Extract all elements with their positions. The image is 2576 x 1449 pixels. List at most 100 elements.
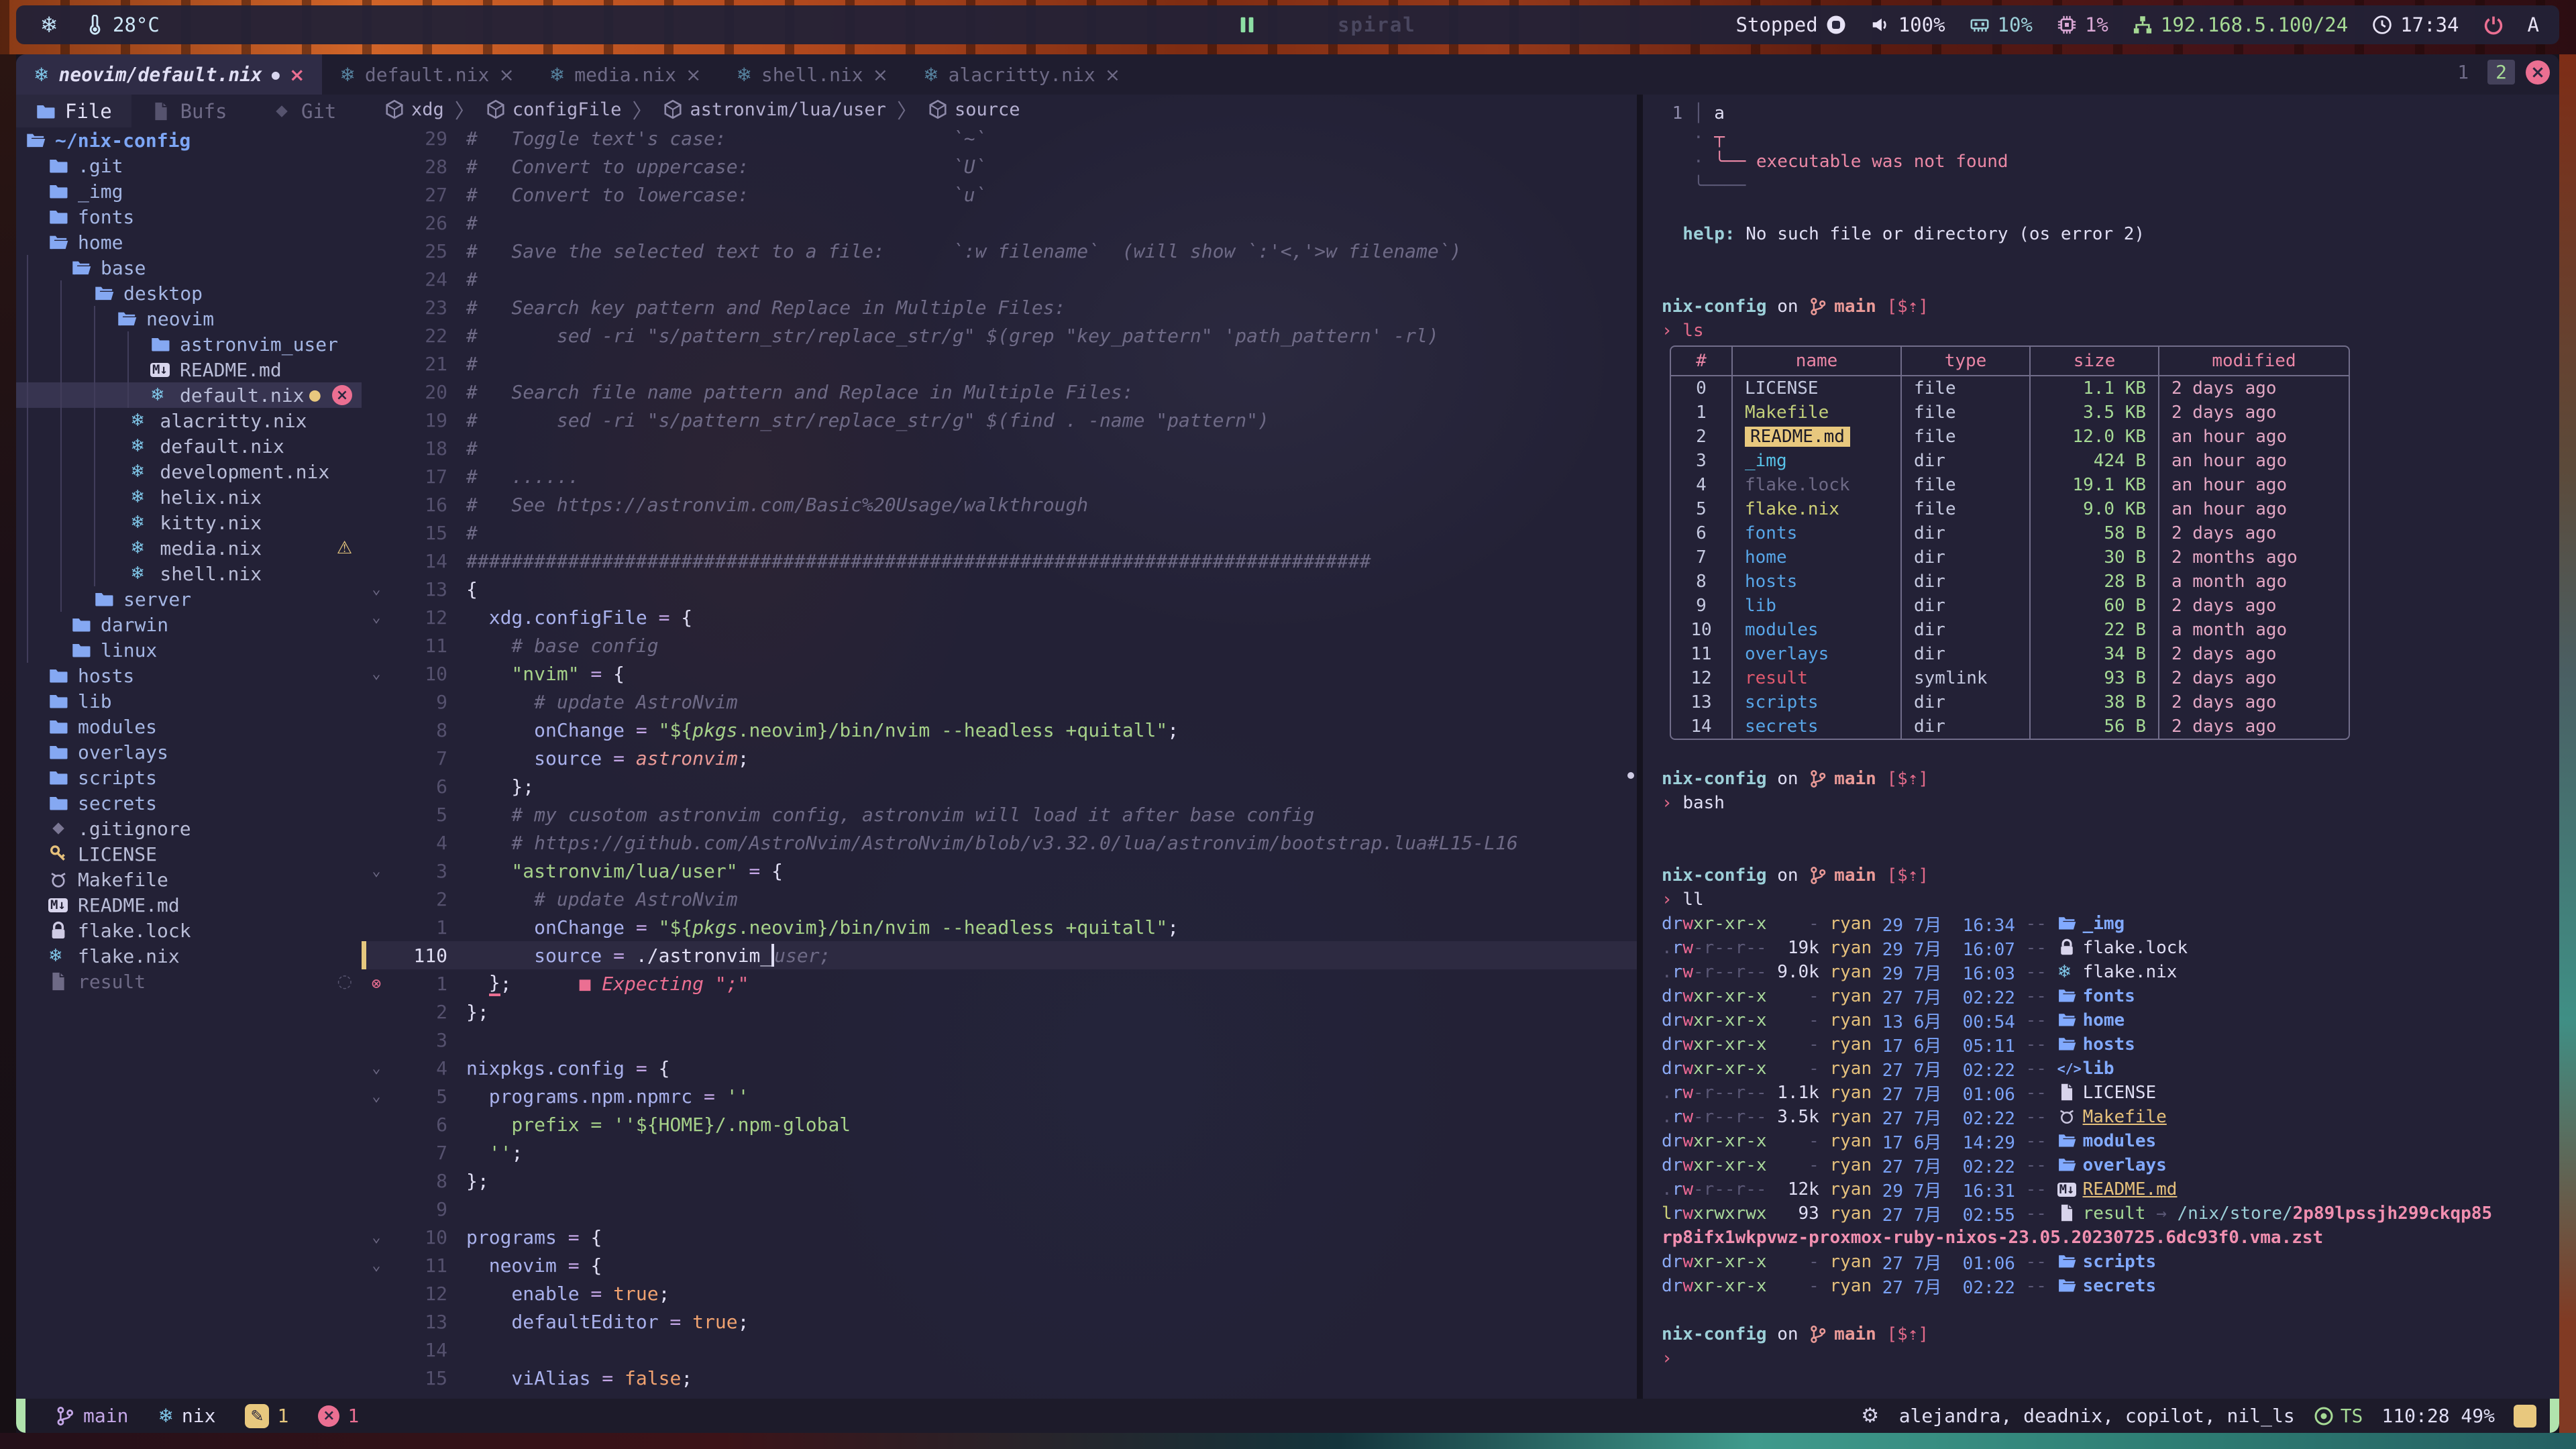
terminal-pane[interactable]: 1 │ a · ┬ · ╰── executable was not found… (1643, 95, 2559, 1399)
code-line[interactable]: 14 (362, 1336, 1637, 1364)
tree-item-LICENSE[interactable]: LICENSE (16, 841, 362, 867)
sidebar-tab-file[interactable]: File (16, 95, 131, 127)
tree-item-fonts[interactable]: fonts (16, 204, 362, 229)
tree-item-flake-lock[interactable]: flake.lock (16, 918, 362, 943)
code-line[interactable]: ⌄11 neovim = { (362, 1251, 1637, 1279)
code-line[interactable]: 3 (362, 1026, 1637, 1054)
code-line[interactable]: 14######################################… (362, 547, 1637, 575)
buffer-tab-media-nix[interactable]: ❄media.nix× (532, 54, 719, 95)
tree-item-base[interactable]: base (16, 255, 362, 280)
close-buffer-icon[interactable]: × (498, 64, 514, 86)
code-line[interactable]: 110 source = ./astronvim_user; (362, 941, 1637, 969)
code-line[interactable]: 29# Toggle text's case: `~` (362, 124, 1637, 152)
tree-item-alacritty-nix[interactable]: ❄alacritty.nix (16, 408, 362, 433)
code-line[interactable]: 24# (362, 265, 1637, 293)
tree-item-kitty-nix[interactable]: ❄kitty.nix (16, 510, 362, 535)
close-buffer-icon[interactable]: × (686, 64, 701, 86)
tree-item-overlays[interactable]: overlays (16, 739, 362, 765)
window-separator[interactable] (1637, 95, 1643, 1399)
code-line[interactable]: 4 # https://github.com/AstroNvim/AstroNv… (362, 828, 1637, 857)
code-line[interactable]: 9 # update AstroNvim (362, 688, 1637, 716)
code-line[interactable]: ⌄10 "nvim" = { (362, 659, 1637, 688)
close-file-icon[interactable]: × (332, 385, 352, 405)
buffer-tab-alacritty-nix[interactable]: ❄alacritty.nix× (906, 54, 1138, 95)
tree-item-lib[interactable]: lib (16, 688, 362, 714)
code-line[interactable]: ⌄4nixpkgs.config = { (362, 1054, 1637, 1082)
sidebar-tab-bufs[interactable]: Bufs (131, 95, 247, 127)
code-line[interactable]: 7 source = astronvim; (362, 744, 1637, 772)
code-line[interactable]: ⌄13{ (362, 575, 1637, 603)
tabpage-2[interactable]: 2 (2487, 60, 2515, 85)
breadcrumb-item[interactable]: astronvim/lua/user (663, 99, 886, 120)
breadcrumb-item[interactable]: xdg (384, 99, 444, 120)
code-line[interactable]: 23# Search key pattern and Replace in Mu… (362, 293, 1637, 321)
tree-item--nix-config[interactable]: ~/nix-config (16, 127, 362, 153)
code-line[interactable]: ⌄10programs = { (362, 1223, 1637, 1251)
tabpage-1[interactable]: 1 (2449, 60, 2477, 85)
code-line[interactable]: 6 prefix = ''${HOME}/.npm-global (362, 1110, 1637, 1138)
tree-item-home[interactable]: home (16, 229, 362, 255)
tree-item-desktop[interactable]: desktop (16, 280, 362, 306)
code-line[interactable]: ⊗1 }; ■ Expecting ";" (362, 969, 1637, 998)
statusline-edits[interactable]: ✎ 1 (245, 1404, 288, 1428)
code-line[interactable]: 9 (362, 1195, 1637, 1223)
tree-item-README-md[interactable]: M↓README.md (16, 357, 362, 382)
tree-item-scripts[interactable]: scripts (16, 765, 362, 790)
tree-item-neovim[interactable]: neovim (16, 306, 362, 331)
editor-pane[interactable]: xdg〉configFile〉astronvim/lua/user〉source… (362, 95, 1637, 1399)
close-buffer-icon[interactable]: × (1105, 64, 1120, 86)
statusline-git[interactable]: main (55, 1405, 128, 1427)
tree-item-default-nix[interactable]: ❄default.nix●× (16, 382, 362, 408)
code-line[interactable]: 20# Search file name pattern and Replace… (362, 378, 1637, 406)
code-line[interactable]: 12 enable = true; (362, 1279, 1637, 1307)
code-line[interactable]: ⌄12 xdg.configFile = { (362, 603, 1637, 631)
power-icon[interactable] (2483, 15, 2504, 35)
statusline-errors[interactable]: × 1 (318, 1405, 359, 1427)
breadcrumb-item[interactable]: source (928, 99, 1020, 120)
tabpage-close-icon[interactable]: × (2526, 60, 2550, 85)
code-line[interactable]: 6 }; (362, 772, 1637, 800)
tree-item-README-md[interactable]: M↓README.md (16, 892, 362, 918)
tree-item-server[interactable]: server (16, 586, 362, 612)
tree-item-modules[interactable]: modules (16, 714, 362, 739)
code-line[interactable]: 7 ''; (362, 1138, 1637, 1167)
buffer-tab-neovim-default-nix[interactable]: ❄neovim/default.nix●× (16, 54, 322, 95)
code-line[interactable]: ⌄3 "astronvim/lua/user" = { (362, 857, 1637, 885)
code-line[interactable]: 8}; (362, 1167, 1637, 1195)
buffer-tab-default-nix[interactable]: ❄default.nix× (322, 54, 531, 95)
code-line[interactable]: 8 onChange = "${pkgs.neovim}/bin/nvim --… (362, 716, 1637, 744)
code-line[interactable]: 16# See https://astronvim.com/Basic%20Us… (362, 490, 1637, 519)
sidebar-tab-git[interactable]: Git (246, 95, 362, 127)
tree-item-darwin[interactable]: darwin (16, 612, 362, 637)
code-line[interactable]: 15# (362, 519, 1637, 547)
code-line[interactable]: 25# Save the selected text to a file: `:… (362, 237, 1637, 265)
tree-item-development-nix[interactable]: ❄development.nix (16, 459, 362, 484)
code-line[interactable]: 11 # base config (362, 631, 1637, 659)
code-line[interactable]: ⌄5 programs.npm.npmrc = '' (362, 1082, 1637, 1110)
tree-item-astronvim-user[interactable]: astronvim_user (16, 331, 362, 357)
code-line[interactable]: 13 defaultEditor = true; (362, 1307, 1637, 1336)
tree-item-hosts[interactable]: hosts (16, 663, 362, 688)
tree-item--gitignore[interactable]: .gitignore (16, 816, 362, 841)
tree-item-default-nix[interactable]: ❄default.nix (16, 433, 362, 459)
tree-item-shell-nix[interactable]: ❄shell.nix (16, 561, 362, 586)
code-line[interactable]: 21# (362, 350, 1637, 378)
tree-item-media-nix[interactable]: ❄media.nix⚠ (16, 535, 362, 561)
code-line[interactable]: 22# sed -ri "s/pattern_str/replace_str/g… (362, 321, 1637, 350)
code-line[interactable]: 5 # my cusotom astronvim config, astronv… (362, 800, 1637, 828)
code-line[interactable]: 19# sed -ri "s/pattern_str/replace_str/g… (362, 406, 1637, 434)
pause-icon[interactable] (1237, 15, 1257, 35)
stop-icon[interactable] (1826, 15, 1846, 35)
volume-widget[interactable]: 100% (1870, 13, 1945, 36)
tree-item-helix-nix[interactable]: ❄helix.nix (16, 484, 362, 510)
code-line[interactable]: 1 onChange = "${pkgs.neovim}/bin/nvim --… (362, 913, 1637, 941)
close-buffer-icon[interactable]: × (289, 64, 305, 86)
code-line[interactable]: 15 viAlias = false; (362, 1364, 1637, 1392)
breadcrumb-item[interactable]: configFile (486, 99, 622, 120)
buffer-tab-shell-nix[interactable]: ❄shell.nix× (718, 54, 906, 95)
tree-item--img[interactable]: _img (16, 178, 362, 204)
tree-item-Makefile[interactable]: Makefile (16, 867, 362, 892)
close-buffer-icon[interactable]: × (873, 64, 888, 86)
code-line[interactable]: 28# Convert to uppercase: `U` (362, 152, 1637, 180)
code-line[interactable]: 2}; (362, 998, 1637, 1026)
